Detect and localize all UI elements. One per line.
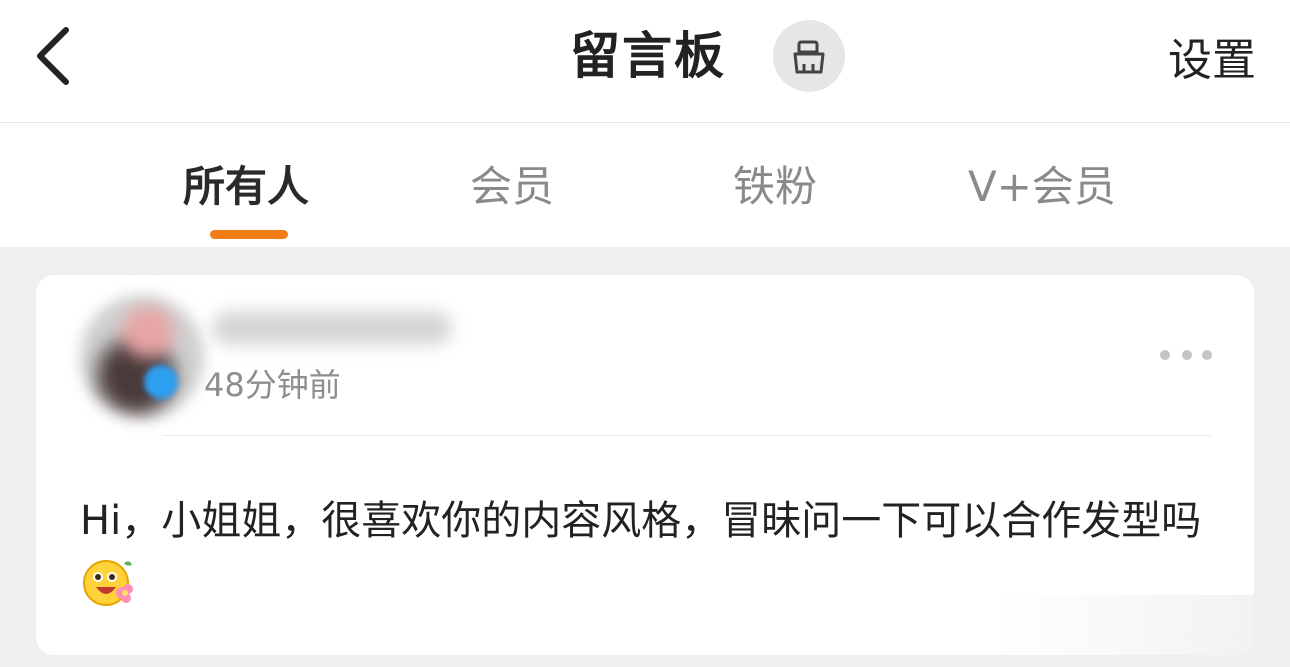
- more-dots-icon: [1160, 350, 1170, 360]
- active-tab-indicator: [210, 230, 288, 239]
- back-button[interactable]: [30, 26, 80, 86]
- message-card: 48分钟前 Hi，小姐姐，很喜欢你的内容风格，冒昧问一下可以合作发型吗: [36, 275, 1254, 655]
- clean-button[interactable]: [773, 20, 845, 92]
- tab-members[interactable]: 会员: [470, 159, 554, 215]
- tab-everyone[interactable]: 所有人: [183, 159, 309, 215]
- chevron-left-icon: [37, 27, 69, 85]
- tab-loyal-fans[interactable]: 铁粉: [733, 159, 817, 215]
- audience-tabs: 所有人 会员 铁粉 V+会员: [0, 123, 1290, 247]
- settings-button[interactable]: 设置: [1168, 32, 1256, 90]
- top-bar: 留言板 设置: [0, 0, 1290, 123]
- message-timestamp: 48分钟前: [204, 366, 341, 404]
- verified-badge-icon: [144, 365, 178, 399]
- page-title: 留言板: [570, 27, 726, 85]
- brush-icon: [793, 40, 825, 74]
- avatar[interactable]: [80, 295, 204, 419]
- smiling-face-with-flower-icon: [80, 553, 136, 609]
- tab-vplus-members[interactable]: V+会员: [968, 159, 1116, 215]
- username[interactable]: [212, 311, 452, 345]
- message-text: Hi，小姐姐，很喜欢你的内容风格，冒昧问一下可以合作发型吗: [80, 498, 1202, 544]
- watermark-fade: [994, 595, 1254, 655]
- more-options-button[interactable]: [1156, 341, 1216, 367]
- divider: [162, 435, 1212, 436]
